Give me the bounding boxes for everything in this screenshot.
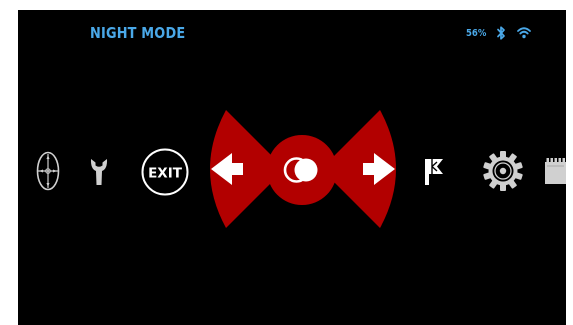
status-bar: 56% <box>466 26 556 42</box>
exit-label: EXIT <box>148 166 183 182</box>
wifi-icon <box>517 26 531 40</box>
bluetooth-icon <box>496 26 506 40</box>
flag-icon[interactable] <box>424 158 444 186</box>
wrench-icon[interactable] <box>90 158 108 186</box>
arrow-right-button[interactable] <box>328 110 398 228</box>
exit-button[interactable]: EXIT <box>141 148 189 196</box>
battery-level: 56% <box>466 28 487 39</box>
reticle-icon[interactable] <box>36 151 60 191</box>
mode-title: NIGHT MODE <box>90 24 186 42</box>
viewfinder-screen: NIGHT MODE 56% EXIT <box>18 10 566 325</box>
gear-icon[interactable] <box>482 148 524 194</box>
sd-card-icon[interactable] <box>545 158 566 184</box>
